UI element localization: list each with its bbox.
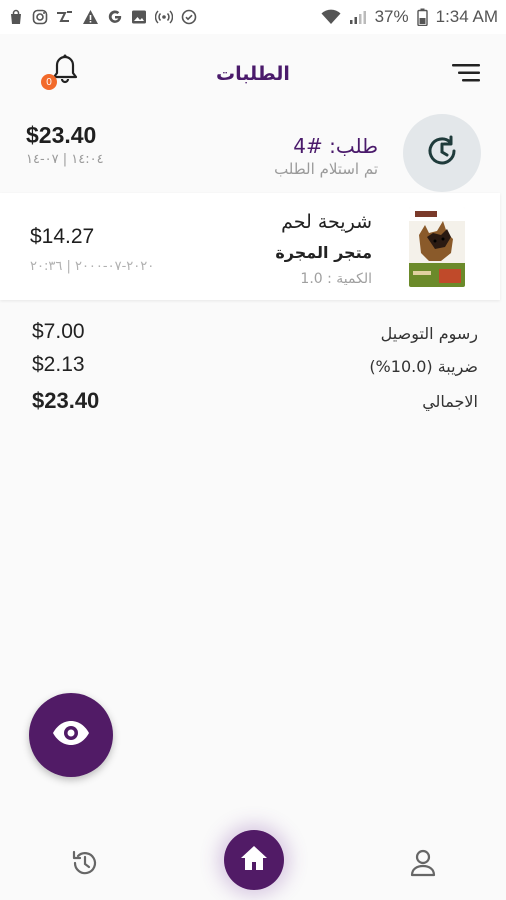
total-label: الاجمالي (422, 392, 478, 411)
home-icon (239, 844, 269, 876)
item-name: شريحة لحم (281, 211, 372, 233)
tax-label: ضريبة (10.0%) (369, 357, 478, 376)
delivery-fee-value: $7.00 (32, 320, 85, 343)
menu-icon (452, 64, 480, 88)
order-item-card[interactable]: $14.27 ٢٠٢٠-٠٧-٢٠٠٠ | ٢٠:٣٦ شريحة لحم مت… (0, 193, 500, 300)
page-title: الطلبات (216, 63, 290, 85)
news-icon (56, 9, 74, 25)
google-icon (107, 9, 123, 25)
image-icon (131, 9, 147, 25)
profile-icon (409, 849, 437, 882)
signal-icon (349, 9, 367, 25)
item-quantity: الكمية : 1.0 (300, 271, 372, 287)
order-header[interactable]: $23.40 ١٤:٠٤ | ٠٧-١٤ طلب: #4 تم استلام ا… (0, 114, 506, 192)
bottom-navigation (0, 820, 506, 900)
order-date: ١٤:٠٤ | ٠٧-١٤ (26, 152, 104, 167)
nav-home-button[interactable] (224, 830, 284, 890)
bag-icon (8, 9, 24, 25)
item-price: $14.27 (30, 225, 95, 248)
eye-icon (52, 720, 90, 750)
summary-total-row: الاجمالي $23.40 (0, 388, 506, 420)
nav-history-button[interactable] (70, 848, 100, 878)
status-bar: 37% 1:34 AM (0, 0, 506, 34)
delivery-fee-label: رسوم التوصيل (380, 324, 478, 343)
history-icon (424, 133, 460, 173)
clock: 1:34 AM (435, 7, 498, 26)
order-status-badge (403, 114, 481, 192)
warning-icon (82, 9, 99, 25)
item-store: متجر المجرة (275, 243, 372, 262)
menu-button[interactable] (452, 62, 480, 84)
battery-percent: 37% (374, 7, 409, 26)
view-fab[interactable] (29, 693, 113, 777)
item-date: ٢٠٢٠-٠٧-٢٠٠٠ | ٢٠:٣٦ (30, 259, 155, 274)
app-bar: 0 الطلبات (0, 34, 506, 114)
summary-tax-row: ضريبة (10.0%) $2.13 (0, 353, 506, 385)
instagram-icon (32, 9, 48, 25)
order-status: تم استلام الطلب (274, 160, 378, 178)
product-image (409, 207, 465, 287)
check-circle-icon (181, 9, 197, 25)
status-bar-notifications (8, 9, 197, 25)
battery-icon (416, 8, 428, 26)
wifi-icon (321, 9, 341, 25)
history-icon (70, 850, 100, 882)
tax-value: $2.13 (32, 353, 85, 376)
order-total: $23.40 (26, 122, 97, 148)
total-value: $23.40 (32, 388, 100, 413)
summary-delivery-row: رسوم التوصيل $7.00 (0, 320, 506, 352)
notification-badge: 0 (41, 74, 57, 90)
status-bar-system: 37% 1:34 AM (321, 7, 498, 27)
notification-button[interactable]: 0 (41, 54, 80, 90)
nav-profile-button[interactable] (409, 848, 437, 878)
order-number: طلب: #4 (293, 134, 378, 158)
radio-icon (155, 9, 173, 25)
